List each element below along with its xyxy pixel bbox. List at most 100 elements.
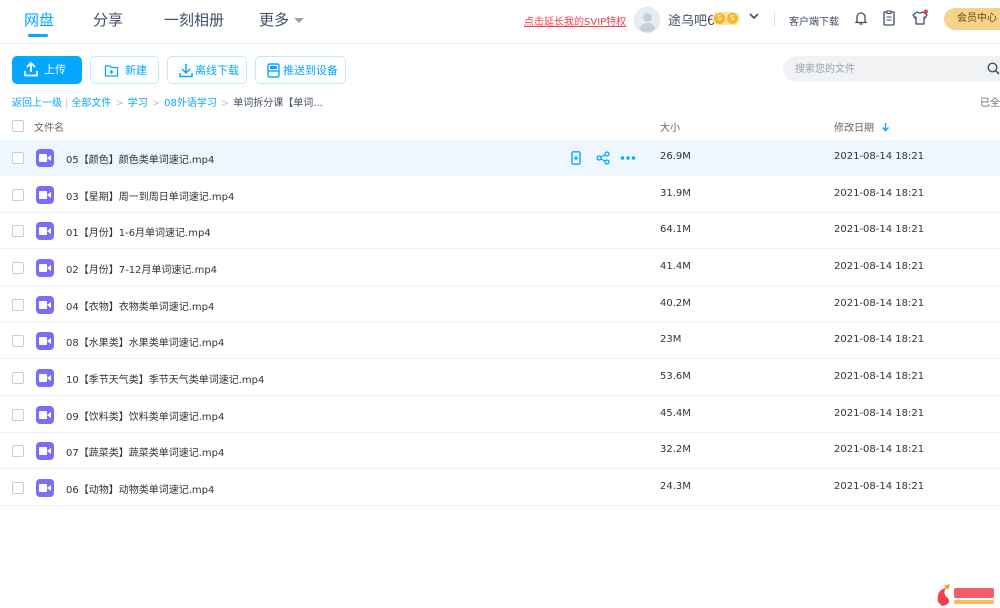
breadcrumb-separator: > [151,98,161,109]
column-header-date[interactable]: 修改日期 [834,119,890,134]
bell-icon[interactable] [852,9,870,27]
username[interactable]: 途乌吧6 [668,10,715,29]
video-file-icon [36,149,54,167]
file-name[interactable]: 05【颜色】颜色类单词速记.mp4 [66,151,214,166]
breadcrumb-divider: | [65,98,69,109]
file-name[interactable]: 03【星期】周一到周日单词速记.mp4 [66,188,234,203]
file-date: 2021-08-14 18:21 [834,481,925,492]
tab-netdisk[interactable]: 网盘 [24,9,54,30]
file-size: 32.2M [660,444,691,455]
video-file-icon [36,222,54,240]
column-header-size[interactable]: 大小 [660,119,680,134]
video-file-icon [36,442,54,460]
row-actions [568,151,640,165]
push-to-device-label: 推送到设备 [283,64,338,77]
avatar[interactable] [634,7,660,33]
video-file-icon [36,296,54,314]
row-checkbox[interactable] [12,225,24,237]
arrow-down-icon [882,123,890,132]
tab-more-label: 更多 [259,11,290,29]
file-size: 53.6M [660,371,691,382]
table-row[interactable]: 03【星期】周一到周日单词速记.mp4 31.9M 2021-08-14 18:… [0,177,1000,213]
file-name[interactable]: 02【月份】7-12月单词速记.mp4 [66,261,217,276]
file-date: 2021-08-14 18:21 [834,188,925,199]
breadcrumb: 返回上一级 | 全部文件 > 学习 >08外语学习 > 单词拆分课【单词... [12,94,323,109]
video-file-icon [36,479,54,497]
client-download-link[interactable]: 客户端下载 [789,13,839,28]
row-checkbox[interactable] [12,335,24,347]
share-icon[interactable] [596,151,610,165]
row-checkbox[interactable] [12,445,24,457]
table-row[interactable]: 09【饮料类】饮料类单词速记.mp4 45.4M 2021-08-14 18:2… [0,397,1000,433]
table-row[interactable]: 06【动物】动物类单词速记.mp4 24.3M 2021-08-14 18:21 [0,470,1000,506]
table-row[interactable]: 07【蔬菜类】蔬菜类单词速记.mp4 32.2M 2021-08-14 18:2… [0,433,1000,469]
file-date: 2021-08-14 18:21 [834,408,925,419]
file-date: 2021-08-14 18:21 [834,151,925,162]
file-name[interactable]: 10【季节天气类】季节天气类单词速记.mp4 [66,371,264,386]
file-size: 31.9M [660,188,691,199]
file-name[interactable]: 04【衣物】衣物类单词速记.mp4 [66,298,214,313]
row-checkbox[interactable] [12,262,24,274]
file-name[interactable]: 08【水果类】水果类单词速记.mp4 [66,334,224,349]
video-file-icon [36,186,54,204]
row-checkbox[interactable] [12,152,24,164]
more-icon[interactable] [620,151,636,165]
breadcrumb-all-files[interactable]: 全部文件 [71,98,111,109]
file-date: 2021-08-14 18:21 [834,224,925,235]
table-row[interactable]: 02【月份】7-12月单词速记.mp4 41.4M 2021-08-14 18:… [0,250,1000,286]
upload-label: 上传 [44,63,66,76]
select-all-checkbox[interactable] [12,120,24,132]
table-header: 文件名 大小 修改日期 [0,116,1000,136]
breadcrumb-back[interactable]: 返回上一级 [12,98,62,109]
new-button[interactable]: 新建 [90,56,159,84]
video-file-icon [36,406,54,424]
table-row[interactable]: 04【衣物】衣物类单词速记.mp4 40.2M 2021-08-14 18:21 [0,287,1000,323]
tab-more[interactable]: 更多 [259,9,305,30]
breadcrumb-current: 单词拆分课【单词... [233,98,323,109]
row-checkbox[interactable] [12,372,24,384]
row-checkbox[interactable] [12,482,24,494]
file-name[interactable]: 07【蔬菜类】蔬菜类单词速记.mp4 [66,444,224,459]
clipboard-icon[interactable] [880,9,898,27]
file-size: 23M [660,334,682,345]
table-row[interactable]: 10【季节天气类】季节天气类单词速记.mp4 53.6M 2021-08-14 … [0,360,1000,396]
vip-badge-left: S [714,13,725,24]
video-file-icon [36,332,54,350]
file-date: 2021-08-14 18:21 [834,444,925,455]
file-size: 26.9M [660,151,691,162]
tab-share[interactable]: 分享 [93,9,123,30]
svip-extend-link[interactable]: 点击延长我的SVIP特权 [524,13,626,28]
table-row[interactable]: 01【月份】1-6月单词速记.mp4 64.1M 2021-08-14 18:2… [0,213,1000,249]
file-name[interactable]: 06【动物】动物类单词速记.mp4 [66,481,214,496]
download-icon [179,64,193,78]
search-input[interactable] [795,60,975,78]
phone-icon[interactable] [570,151,584,165]
watermark-logo [937,584,994,606]
tab-album[interactable]: 一刻相册 [164,9,224,30]
file-size: 24.3M [660,481,691,492]
search-icon[interactable] [987,62,1000,75]
table-row[interactable]: 05【颜色】颜色类单词速记.mp4 26.9M 2021-08-14 18:21 [0,140,1000,176]
offline-download-label: 离线下载 [195,64,239,77]
member-center-button[interactable]: 会员中心 [944,8,1000,30]
push-to-device-button[interactable]: 推送到设备 [255,56,346,84]
file-name[interactable]: 09【饮料类】饮料类单词速记.mp4 [66,408,224,423]
row-checkbox[interactable] [12,299,24,311]
breadcrumb-item[interactable]: 学习 [128,98,148,109]
chevron-down-icon[interactable] [749,11,759,21]
top-nav: 网盘 分享 一刻相册 更多 点击延长我的SVIP特权 途乌吧6 S S 客户端下… [0,0,1000,44]
breadcrumb-separator: > [115,98,124,109]
upload-button[interactable]: 上传 [12,56,82,84]
row-checkbox[interactable] [12,409,24,421]
column-header-date-label: 修改日期 [834,123,874,134]
tshirt-icon[interactable] [911,9,929,27]
column-header-name[interactable]: 文件名 [34,119,64,134]
breadcrumb-item[interactable]: 08外语学习 [164,98,217,109]
device-icon [267,63,280,78]
row-checkbox[interactable] [12,189,24,201]
file-name[interactable]: 01【月份】1-6月单词速记.mp4 [66,224,211,239]
search-box [783,56,1000,82]
table-row[interactable]: 08【水果类】水果类单词速记.mp4 23M 2021-08-14 18:21 [0,323,1000,359]
offline-download-button[interactable]: 离线下载 [167,56,247,84]
chevron-down-icon [294,18,305,23]
